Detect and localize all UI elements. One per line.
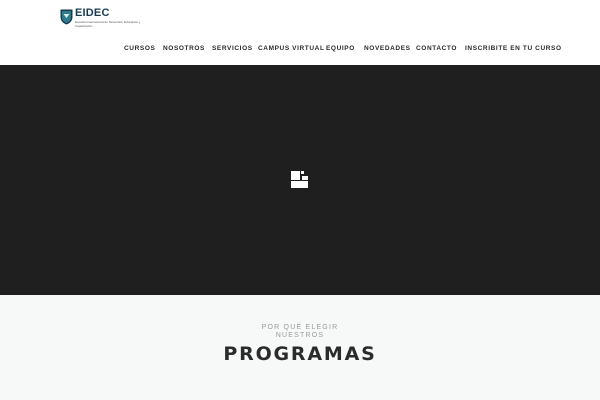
loading-squares-icon [291,171,308,188]
nav-item-nosotros[interactable]: NOSOTROS [163,44,205,54]
shield-icon [60,9,73,25]
nav-item-servicios[interactable]: SERVICIOS [212,44,253,54]
section-subtitle: POR QUÉ ELEGIR NUESTROS [0,324,600,340]
main-nav: CURSOS NOSOTROS SERVICIOS CAMPUS VIRTUAL… [0,44,600,54]
loader-square [302,176,308,180]
loader-square [291,181,308,188]
nav-item-equipo[interactable]: EQUIPO [326,44,355,54]
brand-logo[interactable]: EIDEC Escuela Internacional de Desarroll… [60,7,140,28]
nav-item-inscribite[interactable]: INSCRIBITE EN TU CURSO [465,44,562,54]
brand-tagline: Escuela Internacional de Desarrollo, Edu… [75,20,141,28]
nav-item-campus-virtual[interactable]: CAMPUS VIRTUAL [258,44,325,54]
nav-item-cursos[interactable]: CURSOS [124,44,155,54]
nav-item-contacto[interactable]: CONTACTO [416,44,457,54]
section-title: PROGRAMAS [223,343,377,365]
hero-slider [0,65,600,295]
loader-square [291,171,300,180]
programs-section: POR QUÉ ELEGIR NUESTROS PROGRAMAS [0,295,600,400]
loader-square [301,171,304,174]
section-subtitle-line1: POR QUÉ ELEGIR [261,324,339,331]
nav-item-novedades[interactable]: NOVEDADES [364,44,411,54]
brand-name: EIDEC [75,7,110,19]
site-header: EIDEC Escuela Internacional de Desarroll… [0,0,600,65]
section-subtitle-line2: NUESTROS [275,332,325,339]
